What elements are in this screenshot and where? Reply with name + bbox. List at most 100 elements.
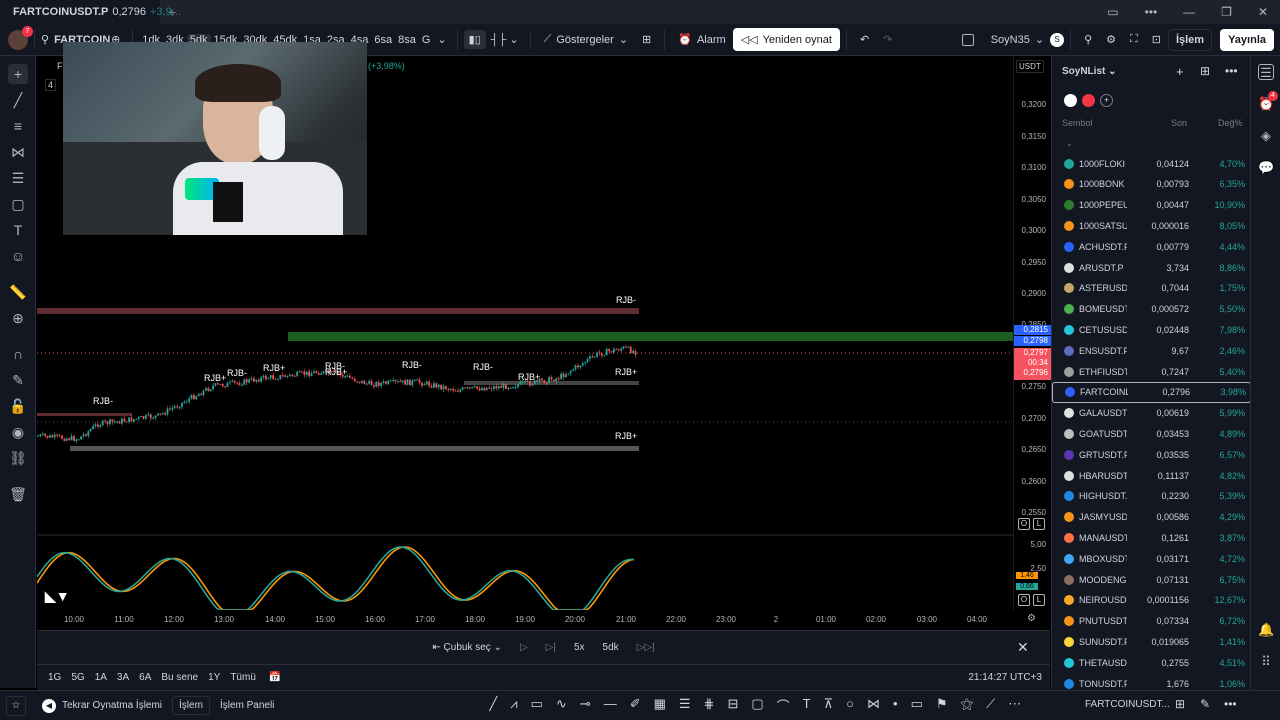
watchlist-row[interactable]: MOODENGU 0,07131 6,75%: [1052, 569, 1250, 590]
add-symbol-icon[interactable]: +: [1176, 64, 1184, 79]
search-icon[interactable]: ⚲: [41, 33, 49, 46]
watchlist-row[interactable]: FARTCOINL 0,2796 3,98%: [1052, 381, 1250, 403]
log-scale-button[interactable]: L: [1033, 518, 1045, 530]
currency-selector[interactable]: USDT: [1016, 60, 1044, 73]
bottom-more-icon[interactable]: •••: [1224, 697, 1237, 711]
range-6[interactable]: 1Y: [203, 672, 225, 683]
select-bar-button[interactable]: ⇤ Çubuk seç ⌄: [432, 642, 502, 653]
watchlist-row[interactable]: THETAUSDT 0,2755 4,51%: [1052, 652, 1250, 673]
minimize-icon[interactable]: —: [1183, 5, 1195, 19]
range-1[interactable]: 5G: [66, 672, 89, 683]
watchlist-row[interactable]: GOATUSDT. 0,03453 4,89%: [1052, 423, 1250, 444]
candles-icon[interactable]: ▮▯: [463, 30, 486, 49]
zigzag-fav-icon[interactable]: ⩘: [510, 696, 517, 715]
channel-fav-icon[interactable]: ⋕: [704, 696, 715, 715]
watchlist-row[interactable]: HBARUSDT. 0,11137 4,82%: [1052, 465, 1250, 486]
pattern-icon[interactable]: ⋈: [8, 142, 28, 162]
callout-fav-icon[interactable]: ▭: [531, 696, 543, 715]
undo-icon[interactable]: ↶: [853, 33, 876, 46]
dot-fav-icon[interactable]: •: [893, 696, 898, 715]
emoji-icon[interactable]: ☺: [8, 246, 28, 266]
watchlist-row[interactable]: TONUSDT.P 1,676 1,06%: [1052, 673, 1250, 690]
trade-button[interactable]: İşlem: [1167, 28, 1213, 51]
watchlist-row[interactable]: CETUSUSD 0,02448 7,98%: [1052, 319, 1250, 340]
magic-fav-icon[interactable]: ⚝: [961, 696, 974, 715]
watchlist-more-icon[interactable]: •••: [1225, 64, 1238, 78]
watchlist-row[interactable]: ASTERUSD 0,7044 1,75%: [1052, 278, 1250, 299]
indicators-button[interactable]: ⟋ Göstergeler ⌄: [537, 33, 635, 46]
magnet-icon[interactable]: ∩: [8, 344, 28, 364]
watchlist-row[interactable]: JASMYUSDT 0,00586 4,29%: [1052, 507, 1250, 528]
watchlist-row[interactable]: 1000PEPEU 0,00447 10,90%: [1052, 195, 1250, 216]
snapshot-icon[interactable]: ⊡: [1145, 33, 1168, 46]
arrow-fav-icon[interactable]: ⊼: [824, 696, 834, 715]
chart-tab[interactable]: FARTCOINUSDT.P 0,2796 +3,9...: [0, 0, 181, 24]
range-0[interactable]: 1G: [43, 672, 66, 683]
layout-grid-icon[interactable]: ⊞: [1175, 697, 1185, 711]
watchlist-row[interactable]: BOMEUSDT 0,000572 5,50%: [1052, 299, 1250, 320]
trade-panel-tab[interactable]: İşlem Paneli: [220, 700, 274, 711]
range-5[interactable]: Bu sene: [156, 672, 203, 683]
watchlist-row[interactable]: GRTUSDT.P 0,03535 6,57%: [1052, 444, 1250, 465]
watchlist-row[interactable]: 1000SATSU 0,000016 8,05%: [1052, 215, 1250, 236]
watchlist-row[interactable]: ETHFIUSDT 0,7247 5,40%: [1052, 361, 1250, 382]
layout-badge[interactable]: S: [1050, 32, 1065, 47]
shapes-icon[interactable]: ▢: [8, 194, 28, 214]
bottom-symbol[interactable]: FARTCOINUSDT...: [1085, 699, 1170, 710]
fib-icon[interactable]: ≡: [8, 116, 28, 136]
advanced-view-icon[interactable]: ⊞: [1200, 64, 1210, 78]
range-4[interactable]: 6A: [134, 672, 156, 683]
trash-icon[interactable]: 🗑: [8, 484, 28, 504]
watchlist-row[interactable]: GALAUSDT. 0,00619 5,99%: [1052, 403, 1250, 424]
alarm-button[interactable]: ⏰ Alarm: [671, 33, 732, 47]
watchlist-row[interactable]: MBOXUSDT 0,03171 4,72%: [1052, 548, 1250, 569]
crosshair-icon[interactable]: +: [8, 64, 28, 84]
jump-to-realtime-icon[interactable]: ▷▷|: [637, 642, 655, 653]
position-fav-icon[interactable]: ⊟: [727, 696, 738, 715]
replay-interval[interactable]: 5dk: [603, 642, 619, 653]
watchlist-icon[interactable]: ☰: [1258, 64, 1274, 80]
projection-icon[interactable]: ☰: [8, 168, 28, 188]
templates-icon[interactable]: ⊞: [635, 33, 658, 46]
range-2[interactable]: 1A: [90, 672, 112, 683]
close-window-icon[interactable]: ✕: [1258, 5, 1268, 19]
measure-fav-icon[interactable]: ⟋: [986, 696, 995, 715]
watchlist-row[interactable]: 1000BONK 0,00793 6,35%: [1052, 174, 1250, 195]
interval-6sa[interactable]: 6sa: [371, 34, 395, 46]
text-icon[interactable]: T: [8, 220, 28, 240]
watchlist-row[interactable]: PNUTUSDT. 0,07334 6,72%: [1052, 611, 1250, 632]
watchlist-row[interactable]: NEIROUSDT 0,0001156 12,67%: [1052, 590, 1250, 611]
replay-button[interactable]: ◁◁ Yeniden oynat: [732, 28, 840, 51]
range-3[interactable]: 3A: [112, 672, 134, 683]
interval-dropdown-icon[interactable]: ⌄: [433, 33, 450, 46]
watchlist-title[interactable]: SoyNList ⌄: [1062, 66, 1117, 77]
publish-button[interactable]: Yayınla: [1220, 28, 1274, 51]
fullscreen-icon[interactable]: ⛶: [1123, 33, 1145, 46]
note-fav-icon[interactable]: ▭: [911, 696, 923, 715]
maximize-icon[interactable]: ❐: [1221, 5, 1232, 19]
time-axis[interactable]: 10:00 11:00 12:00 13:00 14:00 15:00 16:00 17:00…: [37, 610, 1050, 630]
trade-tab[interactable]: İşlem: [172, 696, 210, 715]
fib-fav-icon[interactable]: ☰: [679, 696, 691, 715]
column-last[interactable]: Son: [1171, 118, 1187, 128]
watchlist-row[interactable]: ACHUSDT.P 0,00779 4,44%: [1052, 236, 1250, 257]
time-settings-icon[interactable]: ⚙: [1027, 613, 1036, 624]
bars-icon[interactable]: ┤├ ⌄: [486, 33, 524, 46]
grid-fav-icon[interactable]: ▦: [654, 696, 666, 715]
flag-fav-icon[interactable]: ⚑: [936, 696, 948, 715]
price-axis[interactable]: USDT 0,3200 0,3150 0,3100 0,3050 0,3000 0,295…: [1013, 56, 1051, 610]
watchlist-row[interactable]: ENSUSDT.P 9,67 2,46%: [1052, 340, 1250, 361]
watchlist-row[interactable]: ARUSDT.P 3,734 8,86%: [1052, 257, 1250, 278]
column-change[interactable]: Değ%: [1218, 118, 1243, 128]
range-7[interactable]: Tümü: [225, 672, 261, 683]
circle-fav-icon[interactable]: ○: [846, 696, 854, 715]
redo-icon[interactable]: ↷: [876, 33, 899, 46]
more-icon[interactable]: •••: [1145, 5, 1158, 19]
clock[interactable]: 21:14:27 UTC+3: [968, 672, 1042, 683]
flag-red-icon[interactable]: [1082, 94, 1095, 107]
osc-log-button[interactable]: L: [1033, 594, 1045, 606]
close-replay-icon[interactable]: ✕: [1017, 639, 1029, 656]
edit-icon[interactable]: ✎: [1200, 697, 1210, 711]
play-icon[interactable]: ▷: [520, 642, 528, 653]
legend-collapse[interactable]: 4: [45, 79, 57, 91]
